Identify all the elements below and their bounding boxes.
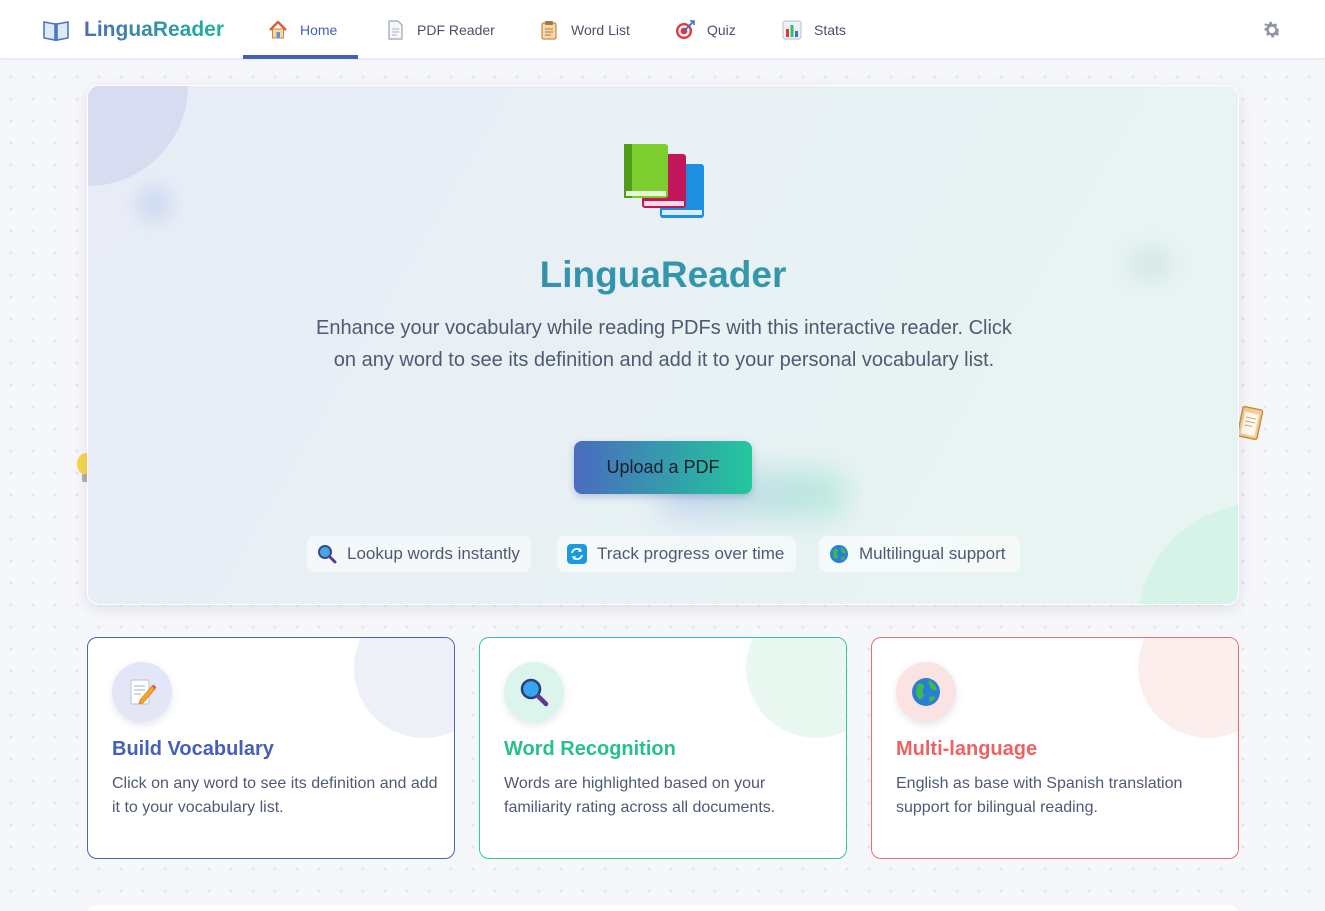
- hero-description: Enhance your vocabulary while reading PD…: [316, 317, 1012, 371]
- card-title: Word Recognition: [504, 738, 676, 760]
- brand[interactable]: LinguaReader: [42, 16, 224, 44]
- card-description: Words are highlighted based on your fami…: [504, 775, 776, 816]
- tab-quiz[interactable]: Quiz: [646, 0, 753, 59]
- top-navbar: LinguaReader Home PDF Reader Word List Q…: [0, 0, 1325, 59]
- tab-quiz-label: Quiz: [707, 21, 736, 38]
- tab-home[interactable]: Home: [243, 0, 358, 59]
- clipboard-icon: [1236, 403, 1264, 443]
- decorative-circle: [1138, 638, 1238, 738]
- memo-pencil-icon: [112, 662, 172, 722]
- hero-title: LinguaReader: [88, 254, 1238, 296]
- open-book-icon: [42, 18, 70, 42]
- feature-pill-lookup: Lookup words instantly: [307, 536, 531, 572]
- globe-icon: [829, 544, 849, 564]
- gear-icon[interactable]: [1261, 19, 1283, 41]
- target-icon: [675, 19, 695, 40]
- feature-card-build-vocabulary: Build Vocabulary Click on any word to se…: [87, 637, 455, 859]
- brand-name: LinguaReader: [84, 18, 225, 41]
- tab-stats-label: Stats: [814, 21, 846, 38]
- feature-card-multi-language: Multi-language English as base with Span…: [871, 637, 1239, 859]
- tab-pdf-reader-label: PDF Reader: [417, 21, 495, 38]
- feature-lookup-label: Lookup words instantly: [347, 544, 520, 563]
- card-description: English as base with Spanish translation…: [896, 775, 1183, 816]
- feature-pill-multilingual: Multilingual support: [819, 536, 1020, 572]
- feature-card-word-recognition: Word Recognition Words are highlighted b…: [479, 637, 847, 859]
- refresh-icon: [567, 544, 587, 564]
- tab-word-list-label: Word List: [571, 21, 630, 38]
- feature-progress-label: Track progress over time: [597, 544, 785, 563]
- decorative-blur: [136, 186, 172, 222]
- feature-multilingual-label: Multilingual support: [859, 544, 1006, 563]
- upload-pdf-button[interactable]: Upload a PDF: [574, 441, 752, 494]
- feature-pill-progress: Track progress over time: [557, 536, 796, 572]
- magnifier-icon: [317, 544, 337, 564]
- bar-chart-icon: [782, 20, 802, 40]
- card-title: Multi-language: [896, 738, 1038, 760]
- books-icon: [622, 144, 706, 222]
- tab-stats[interactable]: Stats: [753, 0, 873, 59]
- globe-icon: [896, 662, 956, 722]
- document-icon: [385, 19, 405, 40]
- magnifier-icon: [504, 662, 564, 722]
- main-tabs: Home PDF Reader Word List Quiz Stats: [243, 0, 873, 59]
- house-icon: [268, 20, 288, 40]
- next-section-edge: [87, 905, 1239, 911]
- clipboard-icon: [539, 20, 559, 40]
- card-description: Click on any word to see its definition …: [112, 775, 438, 816]
- decorative-circle: [746, 638, 846, 738]
- decorative-circle: [354, 638, 454, 738]
- tab-pdf-reader[interactable]: PDF Reader: [358, 0, 510, 59]
- card-title: Build Vocabulary: [112, 738, 274, 760]
- decorative-circle: [1138, 504, 1238, 604]
- hero-panel: LinguaReader Enhance your vocabulary whi…: [87, 85, 1239, 605]
- tab-word-list[interactable]: Word List: [510, 0, 646, 59]
- tab-home-label: Home: [300, 21, 338, 38]
- decorative-circle: [88, 86, 188, 186]
